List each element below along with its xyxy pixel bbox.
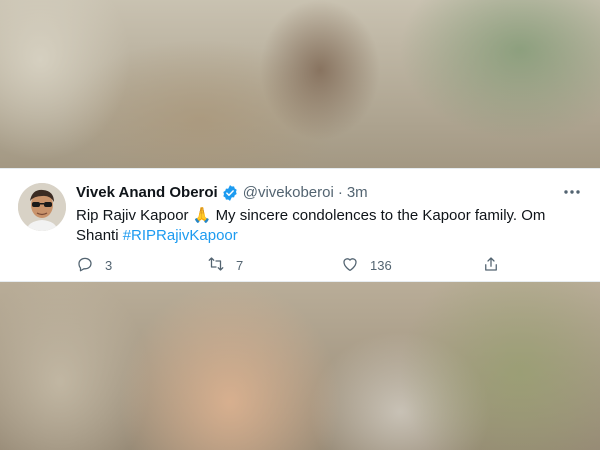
like-button[interactable]: 136 [341, 255, 392, 276]
hashtag-link[interactable]: #RIPRajivKapoor [123, 227, 238, 244]
blurred-background-top [0, 0, 600, 168]
author-handle[interactable]: @vivekoberoi [243, 183, 334, 203]
retweet-count: 7 [236, 258, 244, 273]
share-icon [482, 255, 500, 276]
reply-icon [76, 255, 94, 276]
reply-button[interactable]: 3 [76, 255, 112, 276]
retweet-icon [207, 255, 225, 276]
more-dots-icon[interactable] [562, 182, 582, 202]
tweet-text: Rip Rajiv Kapoor 🙏 My sincere condolence… [76, 206, 556, 246]
heart-icon [341, 255, 359, 276]
tweet-card[interactable]: Vivek Anand Oberoi @vivekoberoi · 3m Rip… [0, 168, 600, 282]
share-button[interactable] [482, 255, 500, 276]
tweet-actions: 3 7 136 [76, 255, 516, 275]
tweet-header: Vivek Anand Oberoi @vivekoberoi · 3m [76, 183, 368, 203]
verified-badge-icon [221, 184, 239, 202]
author-name[interactable]: Vivek Anand Oberoi [76, 183, 218, 203]
reply-count: 3 [105, 258, 113, 273]
retweet-button[interactable]: 7 [207, 255, 243, 276]
like-count: 136 [370, 258, 392, 273]
avatar[interactable] [18, 183, 66, 231]
separator-dot: · [337, 184, 343, 201]
tweet-time[interactable]: 3m [347, 183, 368, 203]
blurred-background-bottom [0, 282, 600, 450]
